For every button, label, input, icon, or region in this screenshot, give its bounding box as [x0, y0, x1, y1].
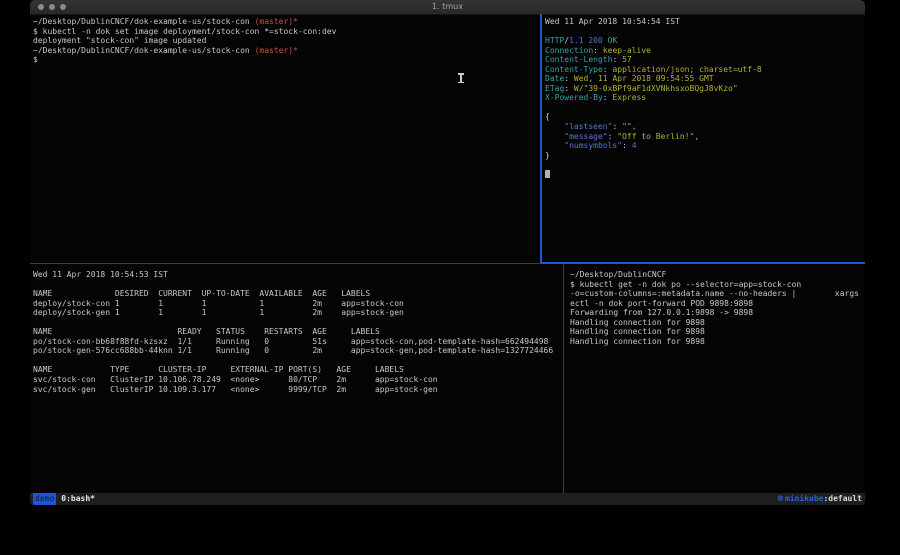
json-field: "message": "Off to Berlin!", [545, 132, 863, 142]
prompt-path: ~/Desktop/DublinCNCF/dok-example-us/stoc… [33, 17, 250, 26]
json-brace: { [545, 112, 863, 122]
pane-divider-vertical-top[interactable] [540, 14, 542, 263]
cursor-line [545, 170, 863, 180]
pods-table: NAME READY STATUS RESTARTS AGE LABELS po… [33, 327, 561, 356]
maximize-window-icon[interactable] [60, 4, 66, 10]
window-title: 1. tmux [30, 0, 865, 14]
git-branch: (master)* [250, 17, 298, 26]
traffic-lights [38, 4, 66, 10]
json-field: "lastseen": "", [545, 122, 863, 132]
http-header: Date: Wed, 11 Apr 2018 09:54:55 GMT [545, 74, 863, 84]
prompt-line: ~/Desktop/DublinCNCF/dok-example-us/stoc… [33, 17, 538, 27]
terminal-window: 1. tmux ~/Desktop/DublinCNCF/dok-example… [30, 0, 865, 505]
pane-kubectl-get[interactable]: Wed 11 Apr 2018 10:54:53 IST NAME DESIRE… [33, 270, 561, 490]
pane-http-response[interactable]: Wed 11 Apr 2018 10:54:54 IST HTTP/1.1 20… [545, 17, 863, 261]
services-table: NAME TYPE CLUSTER-IP EXTERNAL-IP PORT(S)… [33, 365, 561, 394]
tmux-terminal: ~/Desktop/DublinCNCF/dok-example-us/stoc… [30, 14, 865, 493]
terminal-cursor [545, 170, 550, 178]
pane-timestamp: Wed 11 Apr 2018 10:54:54 IST [545, 17, 863, 27]
http-status-line: HTTP/1.1 200 OK [545, 36, 863, 46]
tmux-window-item[interactable]: 0:bash* [61, 493, 95, 505]
http-header: ETag: W/"39-0xBPf9aF1dXVNkhsxoBQgJ8vKzo" [545, 84, 863, 94]
k8s-context: minikube [785, 493, 824, 505]
minimize-window-icon[interactable] [49, 4, 55, 10]
mouse-cursor-ibeam [460, 73, 462, 83]
tmux-status-bar: demo 0:bash* ☸ minikube :default [30, 493, 865, 505]
port-forward-output: ~/Desktop/DublinCNCF $ kubectl get -n do… [570, 270, 862, 346]
prompt-char: $ [33, 55, 538, 65]
status-right: ☸ minikube :default [777, 493, 862, 505]
pane-shell-top-left[interactable]: ~/Desktop/DublinCNCF/dok-example-us/stoc… [33, 17, 538, 261]
pane-divider-horizontal-right[interactable] [540, 262, 865, 264]
http-header: Connection: keep-alive [545, 46, 863, 56]
pane-port-forward[interactable]: ~/Desktop/DublinCNCF $ kubectl get -n do… [570, 270, 862, 490]
session-name-badge: demo [33, 493, 56, 505]
json-field: "numsymbols": 4 [545, 141, 863, 151]
k8s-namespace: :default [823, 493, 862, 505]
command-line: $ kubectl -n dok set image deployment/st… [33, 27, 538, 37]
command-output: deployment "stock-con" image updated [33, 36, 538, 46]
kubernetes-helm-icon: ☸ [777, 493, 784, 505]
pane-divider-horizontal-left[interactable] [30, 263, 540, 264]
window-titlebar[interactable]: 1. tmux [30, 0, 865, 15]
pane-timestamp: Wed 11 Apr 2018 10:54:53 IST [33, 270, 561, 280]
git-branch: (master)* [250, 46, 298, 55]
deployments-table: NAME DESIRED CURRENT UP-TO-DATE AVAILABL… [33, 289, 561, 318]
http-header: Content-Length: 57 [545, 55, 863, 65]
pane-divider-vertical-bottom[interactable] [563, 264, 564, 493]
prompt-path: ~/Desktop/DublinCNCF/dok-example-us/stoc… [33, 46, 250, 55]
prompt-line: ~/Desktop/DublinCNCF/dok-example-us/stoc… [33, 46, 538, 56]
http-header: Content-Type: application/json; charset=… [545, 65, 863, 75]
http-header: X-Powered-By: Express [545, 93, 863, 103]
json-brace: } [545, 151, 863, 161]
close-window-icon[interactable] [38, 4, 44, 10]
